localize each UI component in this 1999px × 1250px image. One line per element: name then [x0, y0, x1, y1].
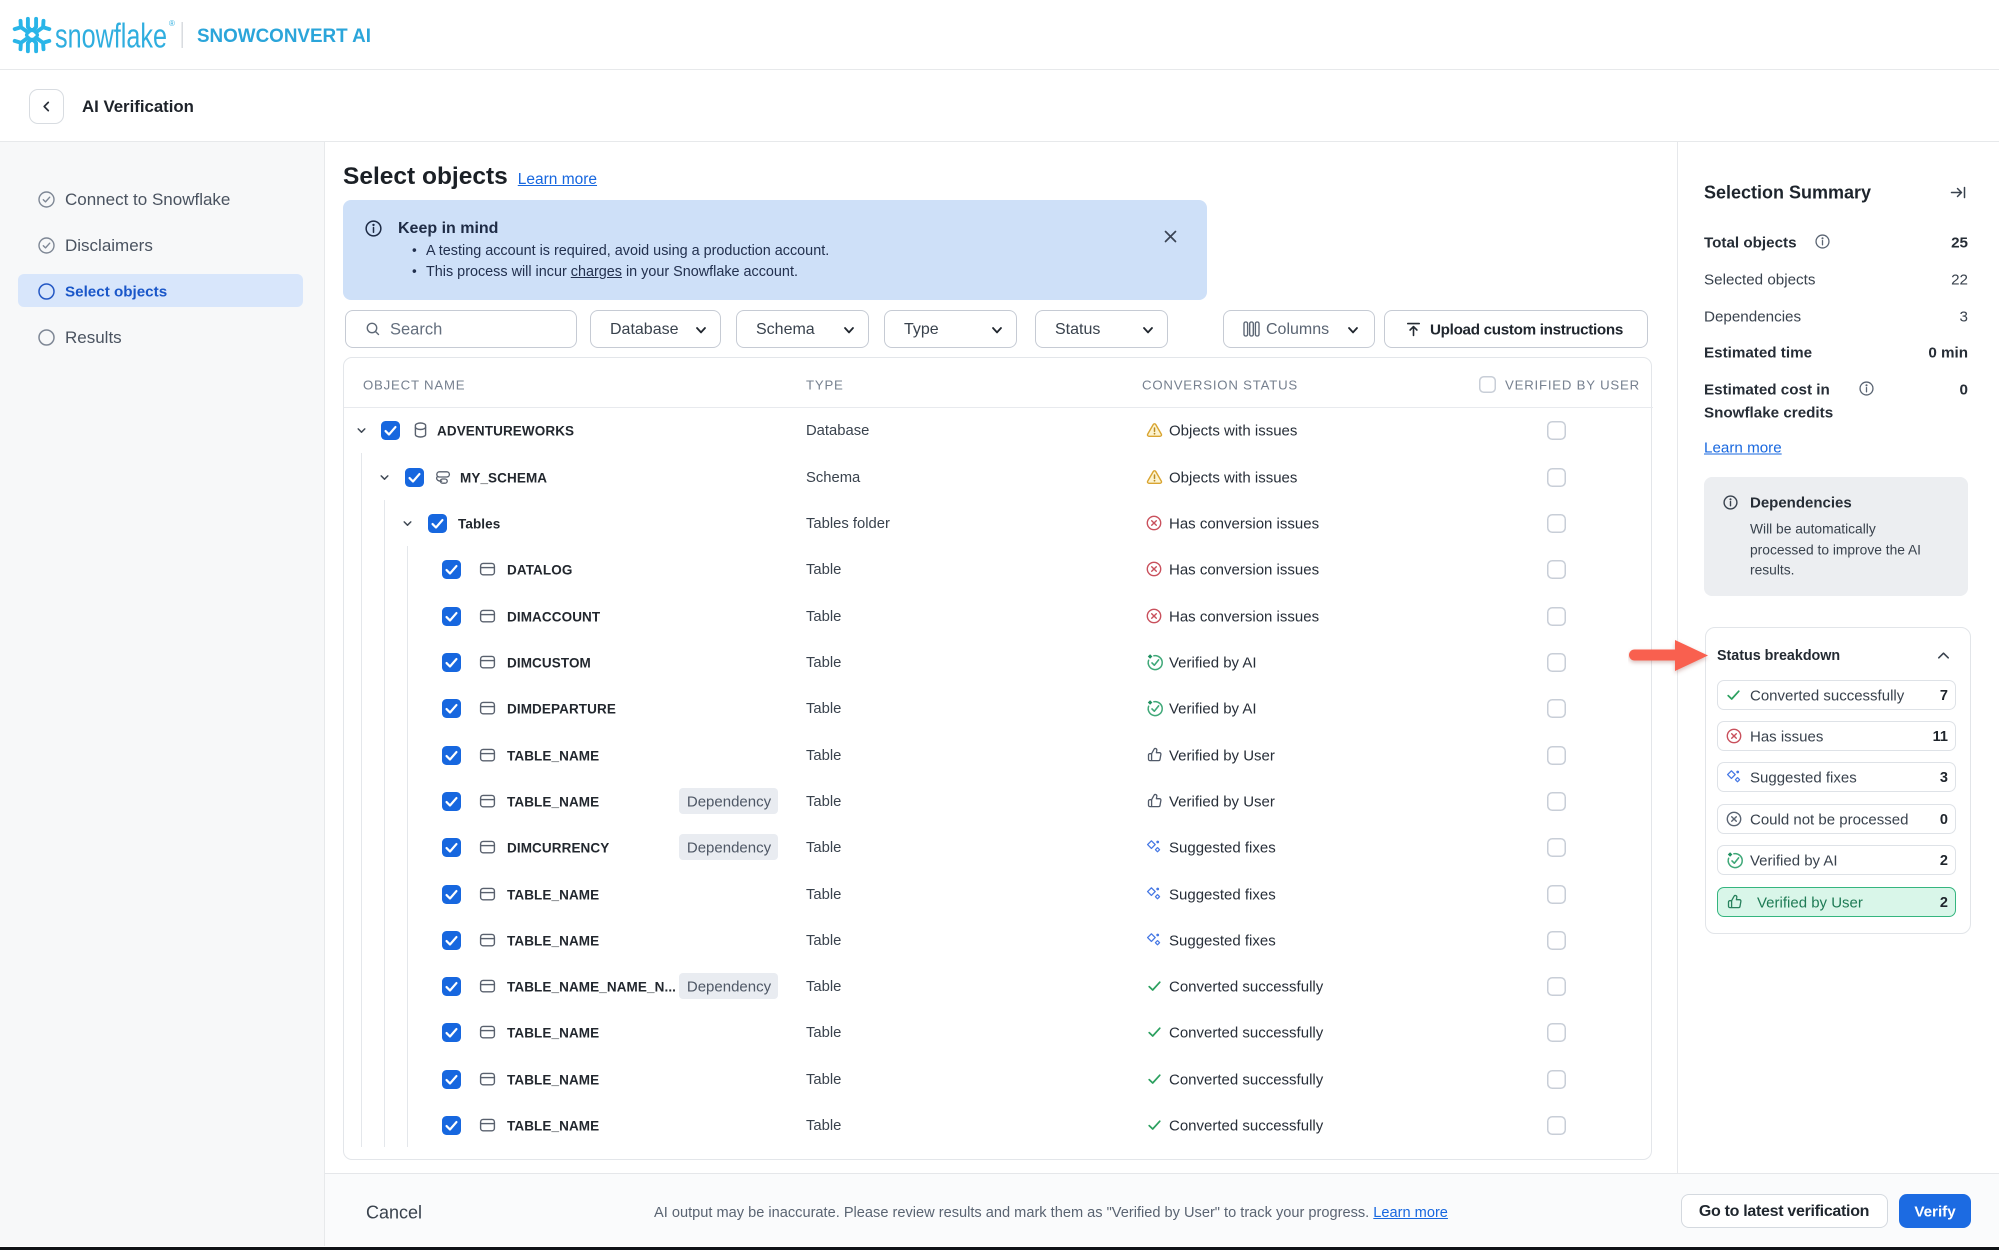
svg-text:®: ® — [169, 19, 175, 28]
svg-text:snowflake: snowflake — [55, 18, 167, 56]
svg-text:SNOWCONVERT AI: SNOWCONVERT AI — [197, 25, 371, 47]
